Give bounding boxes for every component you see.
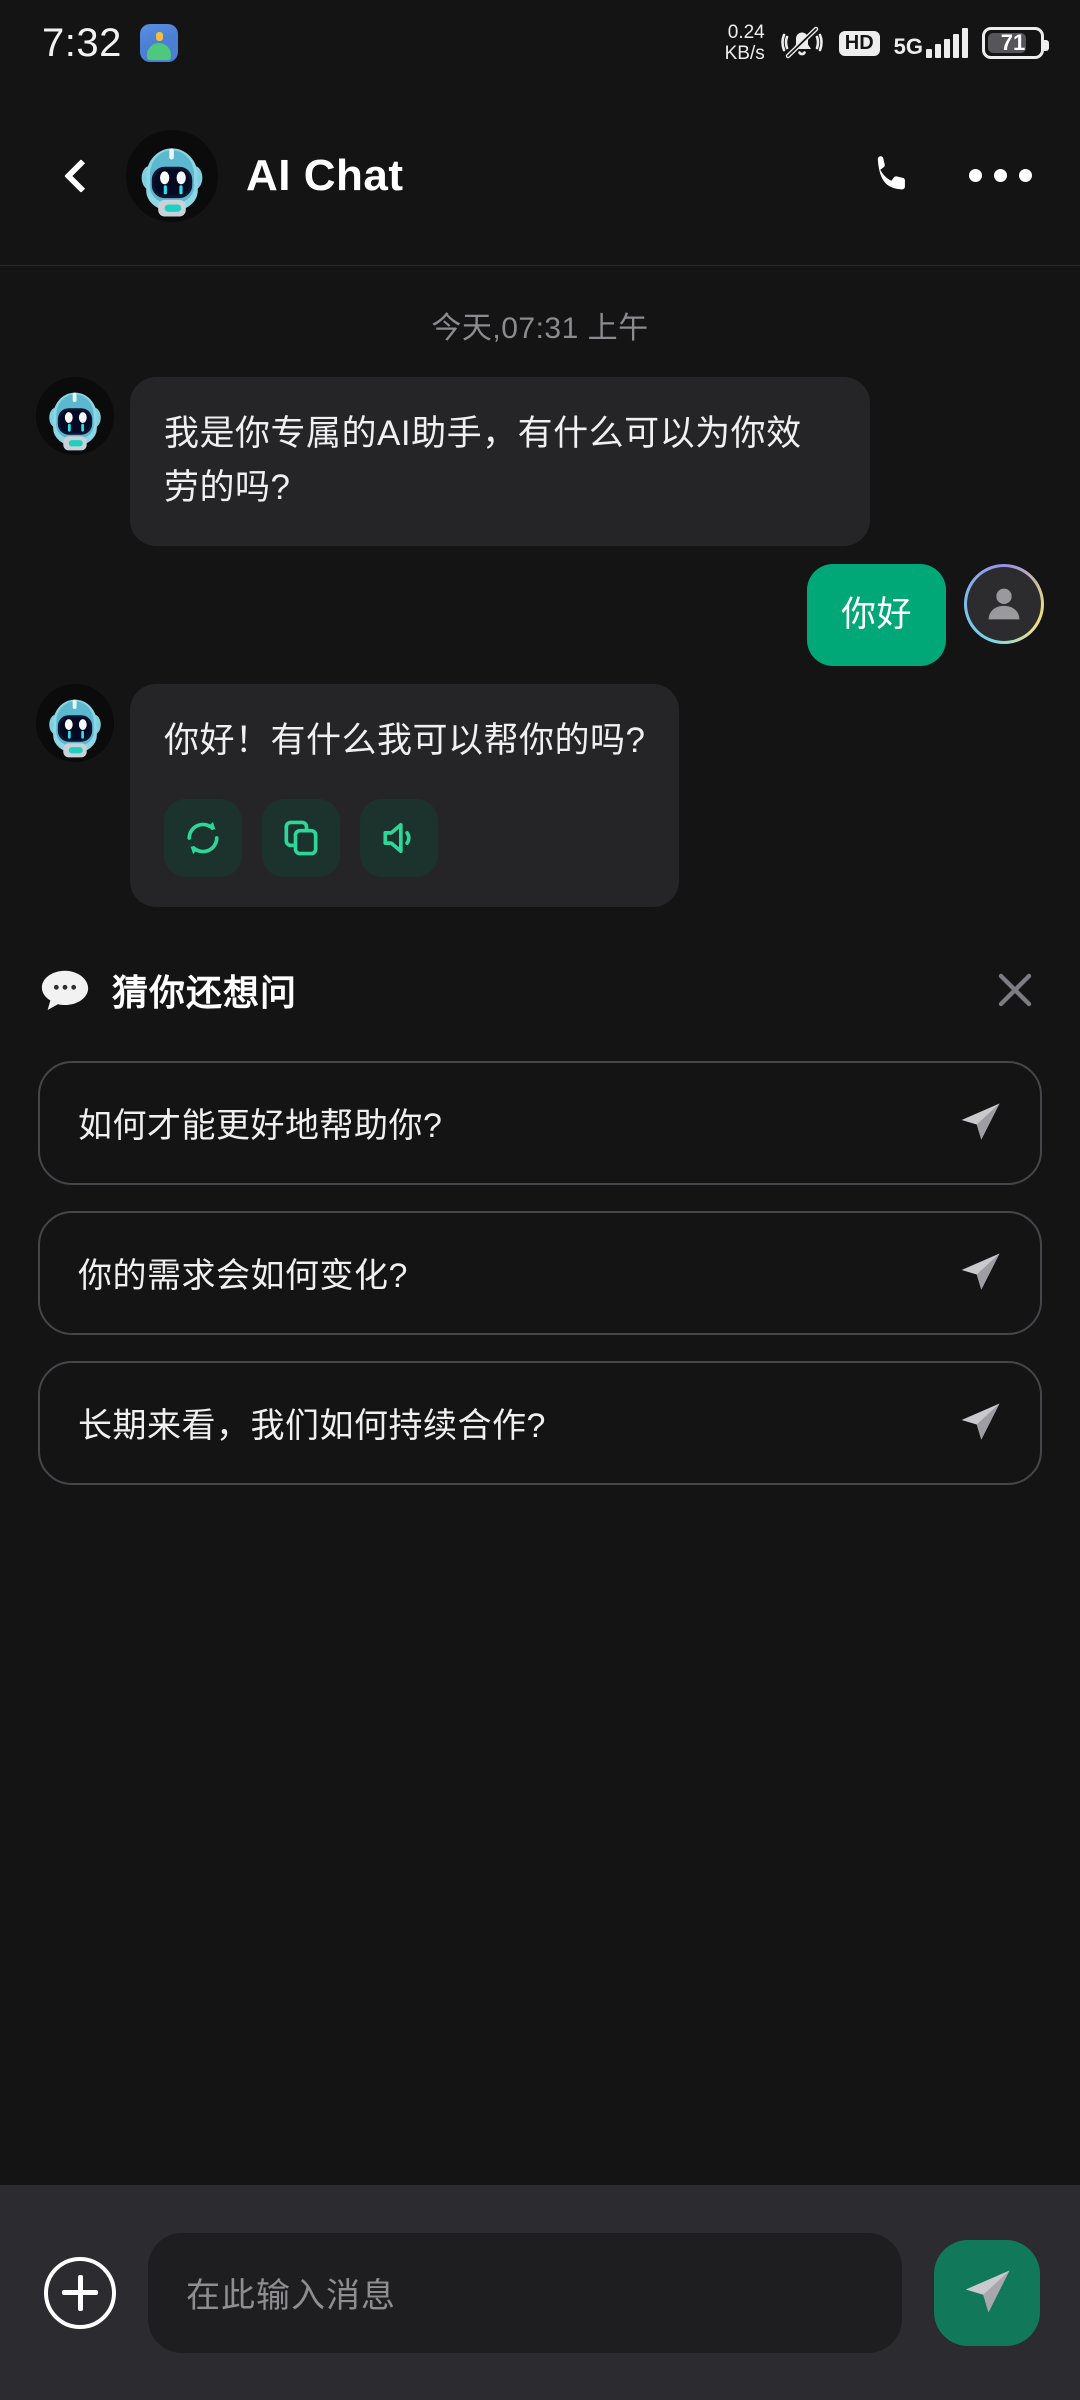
- bell-muted-icon: [780, 26, 823, 59]
- regenerate-button[interactable]: [164, 798, 242, 877]
- copy-icon: [284, 820, 318, 855]
- status-bar-left: 7:32: [42, 21, 178, 66]
- message-input-placeholder: 在此输入消息: [186, 2277, 396, 2315]
- message-bubble[interactable]: 你好！有什么我可以帮你的吗?: [130, 684, 680, 907]
- phone-icon[interactable]: [867, 151, 917, 201]
- message-action-bar: [164, 798, 645, 877]
- message-text: 你好！有什么我可以帮你的吗?: [164, 721, 646, 761]
- robot-avatar[interactable]: [36, 377, 114, 455]
- message-input[interactable]: 在此输入消息: [148, 2232, 902, 2353]
- user-avatar[interactable]: [964, 563, 1044, 644]
- network-type-label: 5G: [893, 34, 923, 59]
- back-button[interactable]: [52, 140, 110, 212]
- suggestion-chip[interactable]: 长期来看，我们如何持续合作?: [38, 1360, 1042, 1485]
- suggestion-chip[interactable]: 你的需求会如何变化?: [38, 1210, 1042, 1335]
- send-icon[interactable]: [954, 1097, 1006, 1149]
- speaker-icon: [383, 822, 411, 853]
- speak-button[interactable]: [360, 798, 438, 877]
- status-clock: 7:32: [42, 20, 122, 65]
- suggestion-chip[interactable]: 如何才能更好地帮助你?: [38, 1060, 1042, 1185]
- message-bubble[interactable]: 我是你专属的AI助手，有什么可以为你效劳的吗?: [130, 377, 870, 546]
- copy-button[interactable]: [262, 798, 340, 877]
- close-suggestions-button[interactable]: [988, 963, 1042, 1017]
- more-options-icon[interactable]: [969, 169, 1032, 182]
- chat-screen: 7:32 0.24 KB/s HD 5G 71 AI Chat 今天,07:31…: [0, 0, 1080, 2400]
- chat-message-bot: 你好！有什么我可以帮你的吗?: [0, 684, 1080, 907]
- signal-indicator: 5G: [894, 28, 968, 58]
- suggestions-panel: 猜你还想问 如何才能更好地帮助你? 你的需求会如何变化? 长期来看，我们如何持续…: [0, 925, 1080, 1485]
- page-title: AI Chat: [246, 150, 404, 200]
- chevron-left-icon: [64, 158, 98, 193]
- suggestion-text: 如何才能更好地帮助你?: [78, 1107, 443, 1145]
- chat-body: 今天,07:31 上午 我是你专属的AI助手，有什么可以为你效劳的吗? 你好 你…: [0, 267, 1080, 2185]
- robot-avatar[interactable]: [36, 684, 114, 763]
- hd-badge: HD: [838, 30, 880, 56]
- network-speed-indicator: 0.24 KB/s: [725, 22, 765, 64]
- battery-percent-label: 71: [1000, 30, 1026, 55]
- message-input-bar: 在此输入消息: [0, 2185, 1080, 2400]
- suggestion-text: 你的需求会如何变化?: [78, 1257, 408, 1295]
- signal-bars-icon: [926, 28, 968, 58]
- send-icon[interactable]: [954, 1247, 1006, 1299]
- chat-message-bot: 我是你专属的AI助手，有什么可以为你效劳的吗?: [0, 377, 1080, 546]
- suggestions-title: 猜你还想问: [112, 971, 298, 1013]
- close-icon: [998, 973, 1032, 1006]
- suggestions-header: 猜你还想问: [38, 949, 1042, 1035]
- app-header: AI Chat: [0, 86, 1080, 266]
- android-app-icon: [139, 24, 178, 62]
- message-text: 我是你专属的AI助手，有什么可以为你效劳的吗?: [164, 414, 802, 508]
- chat-message-user: 你好: [0, 563, 1080, 667]
- network-speed-value: 0.24: [727, 22, 765, 43]
- network-speed-unit: KB/s: [724, 43, 765, 64]
- robot-avatar[interactable]: [126, 129, 218, 222]
- refresh-icon: [187, 821, 219, 854]
- send-icon[interactable]: [954, 1397, 1006, 1449]
- date-divider: 今天,07:31 上午: [431, 312, 649, 345]
- chat-bubble-icon: [41, 970, 89, 1010]
- message-bubble[interactable]: 你好: [806, 563, 946, 667]
- suggestion-text: 长期来看，我们如何持续合作?: [78, 1407, 546, 1445]
- battery-indicator: 71: [982, 27, 1049, 59]
- header-actions: [867, 151, 1032, 201]
- status-bar-right: 0.24 KB/s HD 5G 71: [725, 22, 1049, 64]
- status-bar: 7:32 0.24 KB/s HD 5G 71: [0, 0, 1080, 86]
- send-icon: [965, 2270, 1010, 2312]
- add-attachment-button[interactable]: [44, 2256, 116, 2329]
- message-text: 你好: [840, 594, 912, 634]
- person-icon: [988, 588, 1020, 619]
- send-button[interactable]: [934, 2239, 1040, 2346]
